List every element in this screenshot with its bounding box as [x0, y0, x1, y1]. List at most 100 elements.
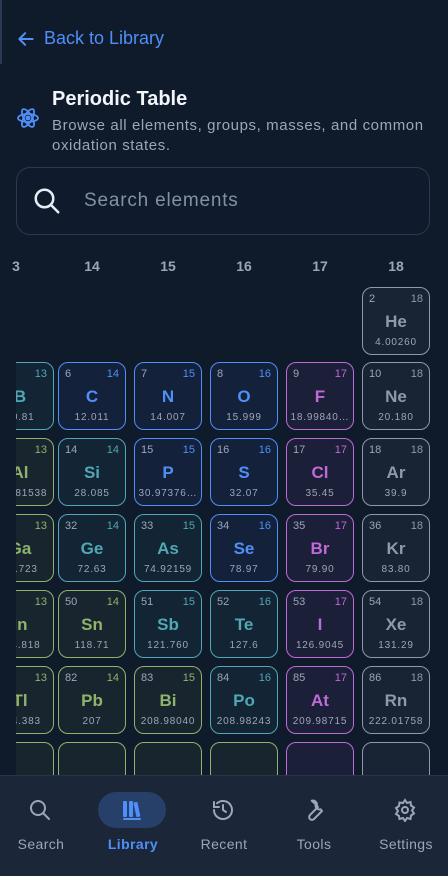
element-tile-pb[interactable]: 82 14 Pb 207 [58, 666, 126, 734]
element-number: 52 [217, 596, 230, 608]
atom-icon [17, 108, 39, 128]
element-tile-partial[interactable] [134, 742, 202, 775]
element-symbol: Se [233, 539, 255, 558]
element-symbol: Po [233, 691, 255, 710]
element-tile-ar[interactable]: 18 18 Ar 39.9 [362, 438, 430, 506]
element-symbol: Ge [80, 539, 104, 558]
element-mass: 72.63 [77, 564, 107, 575]
element-mass: 208.98243 [216, 716, 272, 727]
element-tile-si[interactable]: 14 14 Si 28.085 [58, 438, 126, 506]
element-tile-b[interactable]: 13 B 10.81 [16, 362, 54, 430]
element-mass: 207 [82, 716, 102, 727]
element-tile-at[interactable]: 85 17 At 209.98715 [286, 666, 354, 734]
element-tile-s[interactable]: 16 16 S 32.07 [210, 438, 278, 506]
element-tile-i[interactable]: 53 17 I 126.9045 [286, 590, 354, 658]
search-icon [30, 800, 50, 820]
element-tile-partial[interactable] [58, 742, 126, 775]
element-group: 13 [34, 672, 47, 684]
element-group: 17 [334, 368, 347, 380]
nav-label: Recent [200, 836, 248, 852]
element-group: 13 [34, 520, 47, 532]
nav-library[interactable]: Library [88, 776, 178, 876]
element-symbol: Al [16, 463, 29, 482]
element-number: 16 [217, 444, 230, 456]
nav-recent[interactable]: Recent [179, 776, 269, 876]
element-tile-he[interactable]: 2 18 He 4.00260 [362, 287, 430, 355]
element-tile-xe[interactable]: 54 18 Xe 131.29 [362, 590, 430, 658]
arrow-left-icon [18, 31, 34, 46]
element-number: 54 [369, 596, 382, 608]
back-to-library-link[interactable]: Back to Library [16, 28, 164, 49]
element-symbol: F [314, 387, 326, 406]
element-tile-kr[interactable]: 36 18 Kr 83.80 [362, 514, 430, 582]
element-tile-ge[interactable]: 32 14 Ge 72.63 [58, 514, 126, 582]
element-group: 15 [182, 672, 195, 684]
nav-settings[interactable]: Settings [361, 776, 448, 876]
element-symbol: Te [234, 615, 254, 634]
element-tile-al[interactable]: 13 Al 26.981538 [16, 438, 54, 506]
search-box[interactable] [16, 167, 430, 235]
element-mass: 28.085 [74, 488, 110, 499]
element-tile-partial[interactable] [286, 742, 354, 775]
element-mass: 114.818 [16, 640, 41, 651]
element-number: 14 [65, 444, 78, 456]
element-tile-tl[interactable]: 13 Tl 204.383 [16, 666, 54, 734]
element-tile-ga[interactable]: 13Ga 69.723 [16, 514, 54, 582]
element-tile-in[interactable]: 13 In 114.818 [16, 590, 54, 658]
element-tile-se[interactable]: 34 16 Se 78.97 [210, 514, 278, 582]
element-mass: 74.92159 [143, 564, 193, 575]
element-number: 85 [293, 672, 306, 684]
element-tile-br[interactable]: 35 17 Br 79.90 [286, 514, 354, 582]
element-tile-partial[interactable] [362, 742, 430, 775]
element-group: 13 [34, 596, 47, 608]
element-group: 17 [334, 444, 347, 456]
element-tile-po[interactable]: 84 16 Po 208.98243 [210, 666, 278, 734]
element-group: 18 [410, 444, 423, 456]
group-header-17: 17 [312, 258, 328, 274]
element-group: 17 [334, 596, 347, 608]
element-tile-partial[interactable] [210, 742, 278, 775]
nav-search[interactable]: Search [0, 776, 86, 876]
element-tile-rn[interactable]: 86 18 Rn 222.01758 [362, 666, 430, 734]
element-number: 33 [141, 520, 154, 532]
element-tile-te[interactable]: 52 16 Te 127.6 [210, 590, 278, 658]
page-title: Periodic Table [52, 88, 188, 110]
element-tile-ne[interactable]: 10 18 Ne 20.180 [362, 362, 430, 430]
element-tile-n[interactable]: 7 15 N 14.007 [134, 362, 202, 430]
search-input[interactable] [82, 189, 429, 213]
back-label: Back to Library [44, 28, 165, 48]
periodic-table-grid[interactable]: 218He4.00260 13B10.81614C12.011715N14.007… [16, 285, 448, 775]
element-tile-f[interactable]: 9 17 F 18.99840… [286, 362, 354, 430]
element-mass: 79.90 [305, 564, 335, 575]
element-number: 50 [65, 596, 78, 608]
element-number: 7 [141, 368, 148, 380]
element-symbol: Si [83, 463, 101, 482]
element-mass: 15.999 [226, 412, 262, 423]
element-tile-cl[interactable]: 17 17 Cl 35.45 [286, 438, 354, 506]
element-number: 8 [217, 368, 224, 380]
window-edge [0, 0, 2, 64]
element-tile-as[interactable]: 33 15 As 74.92159 [134, 514, 202, 582]
element-symbol: I [317, 615, 323, 634]
group-header-3: 3 [12, 258, 20, 274]
element-tile-c[interactable]: 6 14 C 12.011 [58, 362, 126, 430]
element-group: 15 [182, 596, 195, 608]
nav-label: Library [107, 836, 159, 852]
element-symbol: Cl [311, 463, 329, 482]
element-tile-o[interactable]: 8 16 O 15.999 [210, 362, 278, 430]
element-tile-bi[interactable]: 83 15 Bi 208.98040 [134, 666, 202, 734]
element-tile-sn[interactable]: 50 14 Sn 118.71 [58, 590, 126, 658]
library-icon [123, 801, 141, 820]
element-tile-sb[interactable]: 51 15 Sb 121.760 [134, 590, 202, 658]
element-group: 16 [258, 444, 271, 456]
element-tile-partial[interactable] [16, 742, 54, 775]
element-symbol: C [85, 387, 99, 406]
group-header-15: 15 [160, 258, 176, 274]
element-symbol: Sb [157, 615, 179, 634]
nav-tools[interactable]: Tools [269, 776, 359, 876]
element-symbol: Kr [386, 539, 406, 558]
element-mass: 118.71 [74, 640, 110, 651]
element-group: 18 [410, 368, 423, 380]
element-symbol: Rn [384, 691, 408, 710]
element-tile-p[interactable]: 15 15 P 30.97376… [134, 438, 202, 506]
